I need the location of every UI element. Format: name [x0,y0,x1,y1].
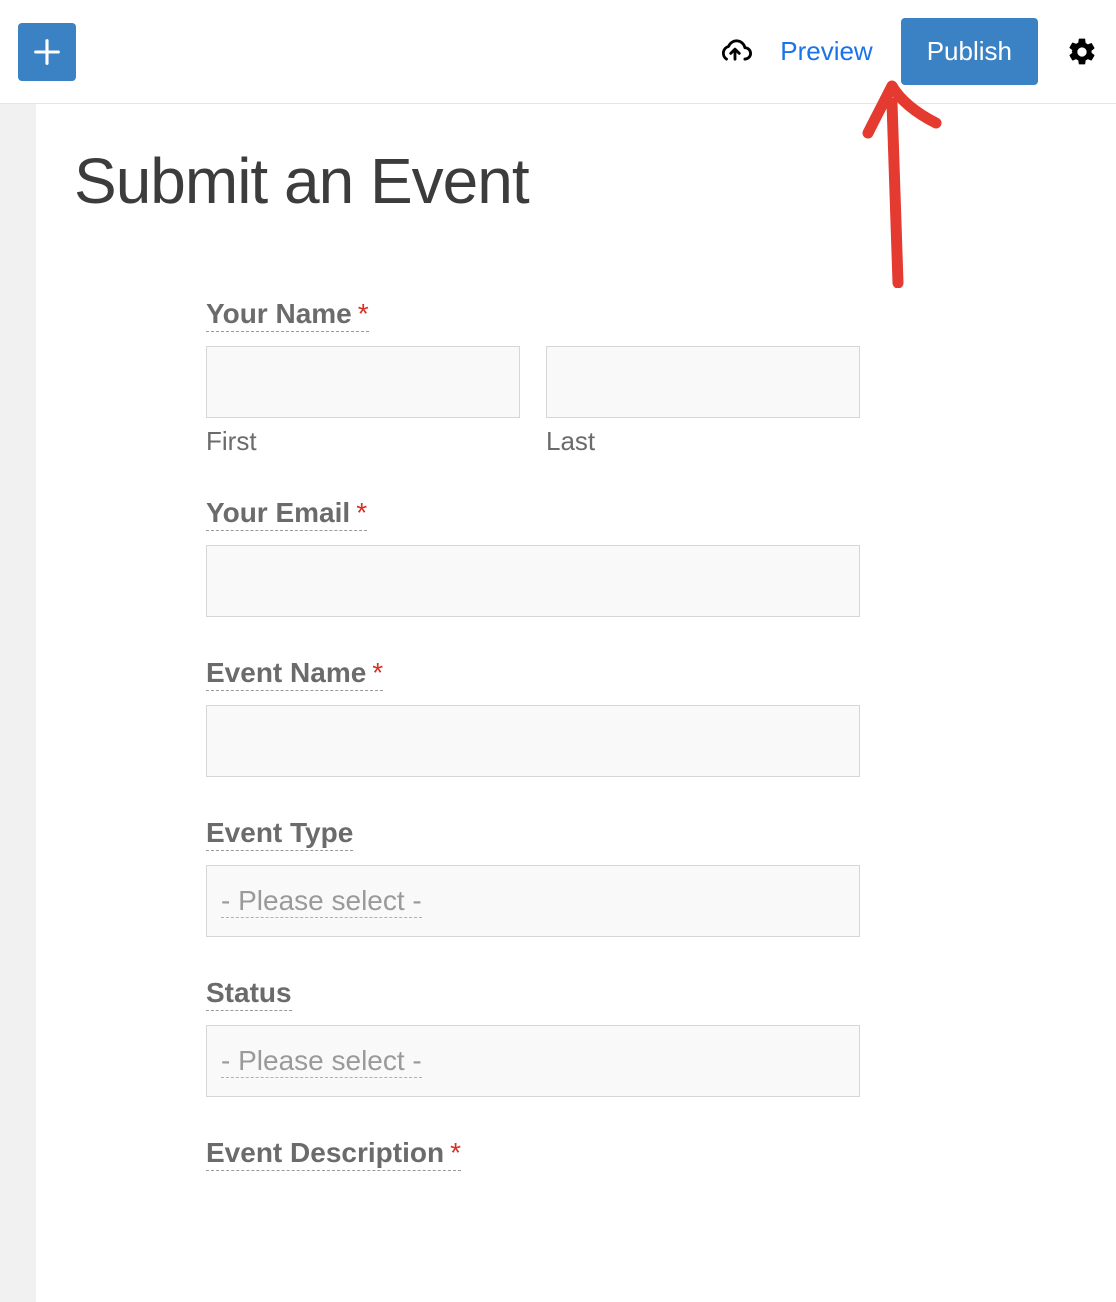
label-your-name: Your Name * [206,298,369,332]
field-your-name: Your Name * First Last [206,298,860,457]
cloud-upload-icon [718,37,752,67]
editor-canvas: Submit an Event Your Name * First Last [0,104,1116,1302]
label-event-description: Event Description * [206,1137,461,1171]
status-placeholder: - Please select - [221,1045,422,1078]
last-name-input[interactable] [546,346,860,418]
toolbar: Preview Publish [0,0,1116,104]
last-name-sublabel: Last [546,426,860,457]
event-form: Your Name * First Last Your [206,298,860,1171]
preview-link[interactable]: Preview [780,36,872,67]
field-event-name: Event Name * [206,657,860,777]
page-title: Submit an Event [74,144,1078,218]
event-name-input[interactable] [206,705,860,777]
event-type-placeholder: - Please select - [221,885,422,918]
left-gutter [0,104,36,1302]
field-event-description: Event Description * [206,1137,860,1171]
gear-icon [1066,36,1098,68]
plus-icon [30,35,64,69]
label-your-email: Your Email * [206,497,367,531]
label-event-type: Event Type [206,817,353,851]
cloud-save-button[interactable] [718,37,752,67]
field-status: Status - Please select - [206,977,860,1097]
email-input[interactable] [206,545,860,617]
settings-button[interactable] [1066,36,1098,68]
add-block-button[interactable] [18,23,76,81]
field-event-type: Event Type - Please select - [206,817,860,937]
first-name-input[interactable] [206,346,520,418]
field-your-email: Your Email * [206,497,860,617]
event-type-select[interactable]: - Please select - [206,865,860,937]
label-status: Status [206,977,292,1011]
page-content: Submit an Event Your Name * First Last [36,104,1116,1302]
publish-button[interactable]: Publish [901,18,1038,85]
label-event-name: Event Name * [206,657,383,691]
status-select[interactable]: - Please select - [206,1025,860,1097]
first-name-sublabel: First [206,426,520,457]
